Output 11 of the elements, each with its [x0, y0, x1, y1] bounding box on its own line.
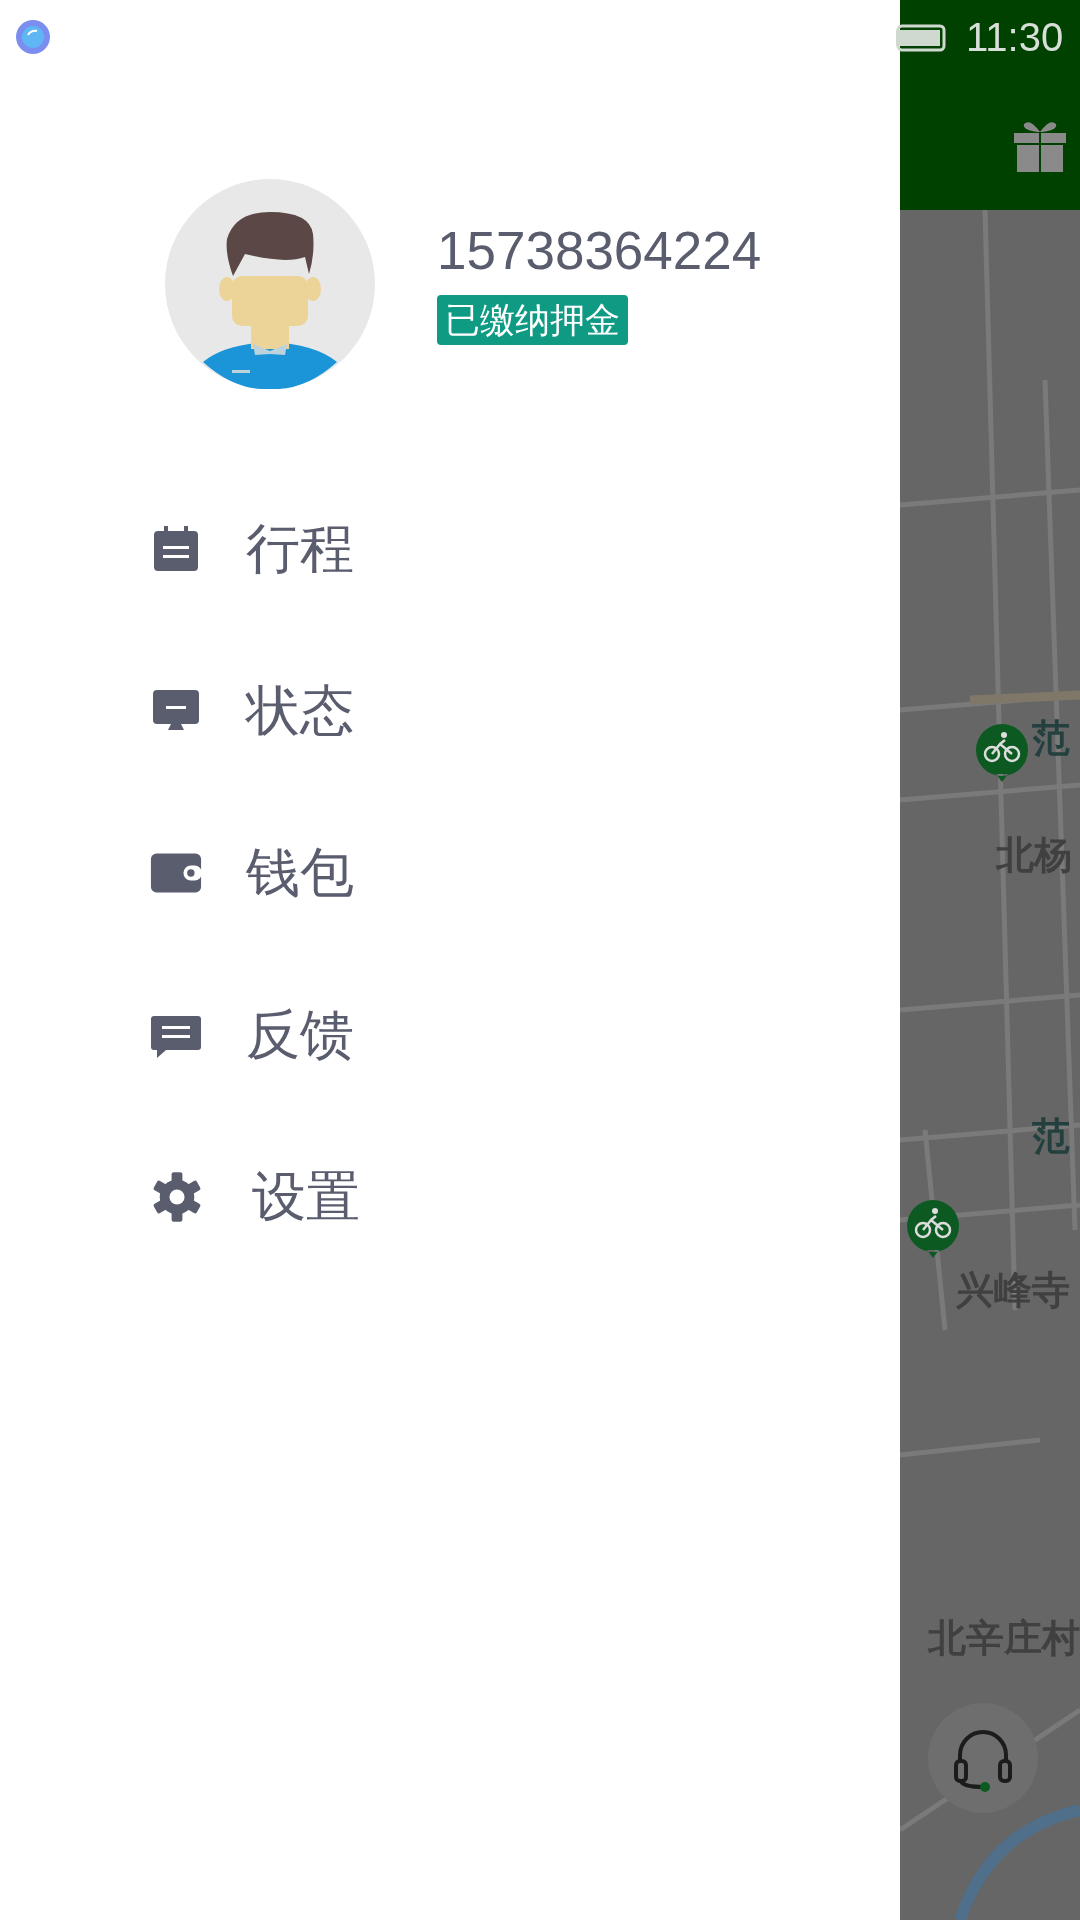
deposit-badge: 已缴纳押金	[437, 295, 628, 345]
map-place-label: 范	[1032, 1113, 1070, 1159]
map-place-label: 范	[1032, 715, 1070, 761]
status-time: 11:30	[966, 15, 1064, 60]
phone-number: 15738364224	[437, 220, 762, 282]
menu-item[interactable]: 行程	[150, 468, 900, 630]
menu-item[interactable]: 反馈	[150, 954, 900, 1116]
menu-item[interactable]: 状态	[150, 630, 900, 792]
menu-item[interactable]: 设置	[150, 1116, 900, 1278]
map-place-label: 北杨	[996, 832, 1072, 878]
menu-item[interactable]: 钱包	[150, 792, 900, 954]
